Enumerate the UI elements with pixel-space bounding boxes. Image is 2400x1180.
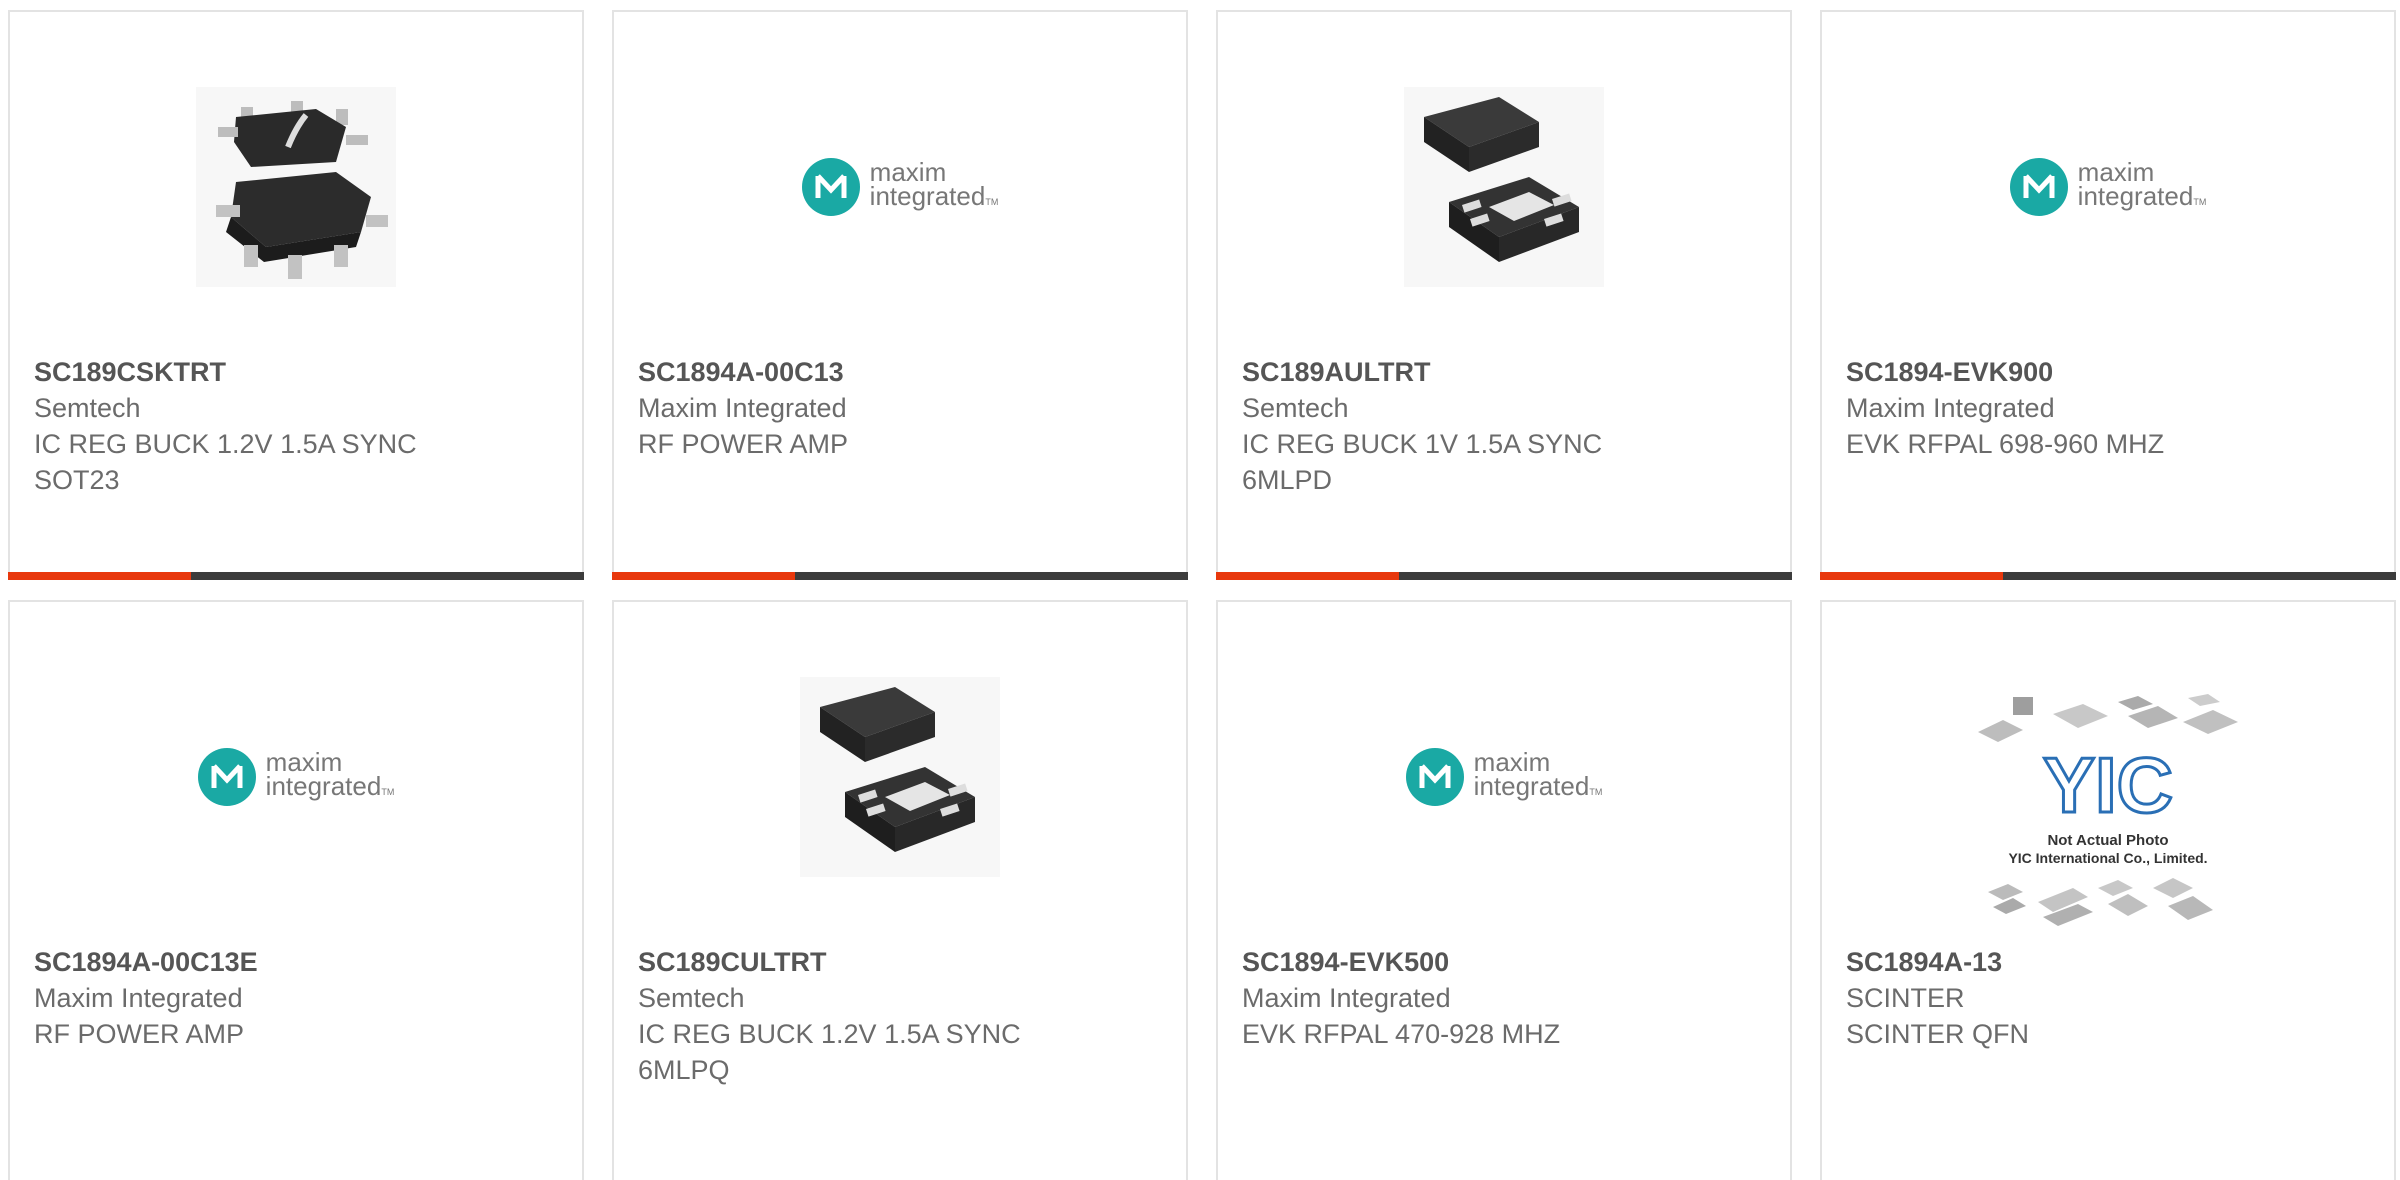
product-image[interactable]	[614, 642, 1186, 912]
part-number-link[interactable]: SC1894A-13	[1846, 944, 2370, 980]
sot23-chip-icon	[196, 87, 396, 287]
maxim-logo: maxim integratedTM	[1405, 747, 1603, 806]
part-number-link[interactable]: SC189AULTRT	[1242, 354, 1766, 390]
manufacturer-label: SCINTER	[1846, 983, 1965, 1013]
part-number-link[interactable]: SC189CULTRT	[638, 944, 1162, 980]
manufacturer-label: Maxim Integrated	[638, 393, 847, 423]
part-number-link[interactable]: SC1894A-00C13	[638, 354, 1162, 390]
product-image[interactable]: maxim integratedTM	[1218, 642, 1790, 912]
product-card[interactable]: maxim integratedTM SC1894A-00C13E Maxim …	[8, 600, 584, 1180]
manufacturer-label: Maxim Integrated	[1242, 983, 1451, 1013]
maxim-logo: maxim integratedTM	[2009, 157, 2207, 216]
yic-company-label: YIC International Co., Limited.	[2008, 850, 2207, 866]
maxim-icon	[197, 748, 256, 806]
mlp-chip-icon	[1404, 87, 1604, 287]
maxim-logo-text: maxim integratedTM	[1473, 747, 1603, 801]
part-number-link[interactable]: SC1894-EVK500	[1242, 944, 1766, 980]
product-card[interactable]: maxim integratedTM SC1894-EVK900 Maxim I…	[1820, 10, 2396, 580]
card-footer-bar	[1820, 572, 2396, 580]
manufacturer-label: Semtech	[638, 983, 745, 1013]
accent-bar	[612, 572, 795, 580]
description-label: EVK RFPAL 470-928 MHZ	[1242, 1019, 1561, 1049]
maxim-icon	[801, 158, 860, 216]
mlp-chip-icon	[800, 677, 1000, 877]
product-image[interactable]: YIC Not Actual Photo YIC International C…	[1822, 692, 2394, 932]
product-image[interactable]: maxim integratedTM	[1822, 52, 2394, 322]
product-image[interactable]: maxim integratedTM	[614, 52, 1186, 322]
manufacturer-label: Maxim Integrated	[34, 983, 243, 1013]
manufacturer-label: Semtech	[34, 393, 141, 423]
product-image[interactable]: maxim integratedTM	[10, 642, 582, 912]
product-card[interactable]: SC189CULTRT Semtech IC REG BUCK 1.2V 1.5…	[612, 600, 1188, 1180]
manufacturer-label: Semtech	[1242, 393, 1349, 423]
maxim-icon	[2009, 158, 2068, 216]
manufacturer-label: Maxim Integrated	[1846, 393, 2055, 423]
product-card[interactable]: maxim integratedTM SC1894-EVK500 Maxim I…	[1216, 600, 1792, 1180]
product-grid: SC189CSKTRT Semtech IC REG BUCK 1.2V 1.5…	[0, 0, 2400, 1180]
part-number-link[interactable]: SC189CSKTRT	[34, 354, 558, 390]
description-label: SCINTER QFN	[1846, 1019, 2030, 1049]
product-card[interactable]: YIC Not Actual Photo YIC International C…	[1820, 600, 2396, 1180]
product-image[interactable]	[10, 52, 582, 322]
accent-bar	[8, 572, 191, 580]
product-card[interactable]: maxim integratedTM SC1894A-00C13 Maxim I…	[612, 10, 1188, 580]
maxim-logo: maxim integratedTM	[801, 157, 999, 216]
maxim-logo-text: maxim integratedTM	[265, 747, 395, 801]
description-label: EVK RFPAL 698-960 MHZ	[1846, 429, 2165, 459]
maxim-icon	[1405, 748, 1464, 806]
card-footer-bar	[612, 572, 1188, 580]
card-footer-bar	[8, 572, 584, 580]
description-label: IC REG BUCK 1V 1.5A SYNC 6MLPD	[1242, 429, 1603, 495]
placeholder-notice-label: Not Actual Photo	[2047, 832, 2168, 849]
description-label: RF POWER AMP	[34, 1019, 245, 1049]
description-label: RF POWER AMP	[638, 429, 849, 459]
product-card[interactable]: SC189CSKTRT Semtech IC REG BUCK 1.2V 1.5…	[8, 10, 584, 580]
card-footer-bar	[1216, 572, 1792, 580]
accent-bar	[1820, 572, 2003, 580]
maxim-logo-text: maxim integratedTM	[2077, 157, 2207, 211]
description-label: IC REG BUCK 1.2V 1.5A SYNC 6MLPQ	[638, 1019, 1021, 1085]
product-image[interactable]	[1218, 52, 1790, 322]
part-number-link[interactable]: SC1894A-00C13E	[34, 944, 558, 980]
product-card[interactable]: SC189AULTRT Semtech IC REG BUCK 1V 1.5A …	[1216, 10, 1792, 580]
maxim-logo-text: maxim integratedTM	[869, 157, 999, 211]
part-number-link[interactable]: SC1894-EVK900	[1846, 354, 2370, 390]
yic-placeholder-image: YIC Not Actual Photo YIC International C…	[1978, 694, 2238, 926]
yic-logo-mark: YIC	[2043, 741, 2173, 829]
maxim-logo: maxim integratedTM	[197, 747, 395, 806]
description-label: IC REG BUCK 1.2V 1.5A SYNC SOT23	[34, 429, 417, 495]
accent-bar	[1216, 572, 1399, 580]
